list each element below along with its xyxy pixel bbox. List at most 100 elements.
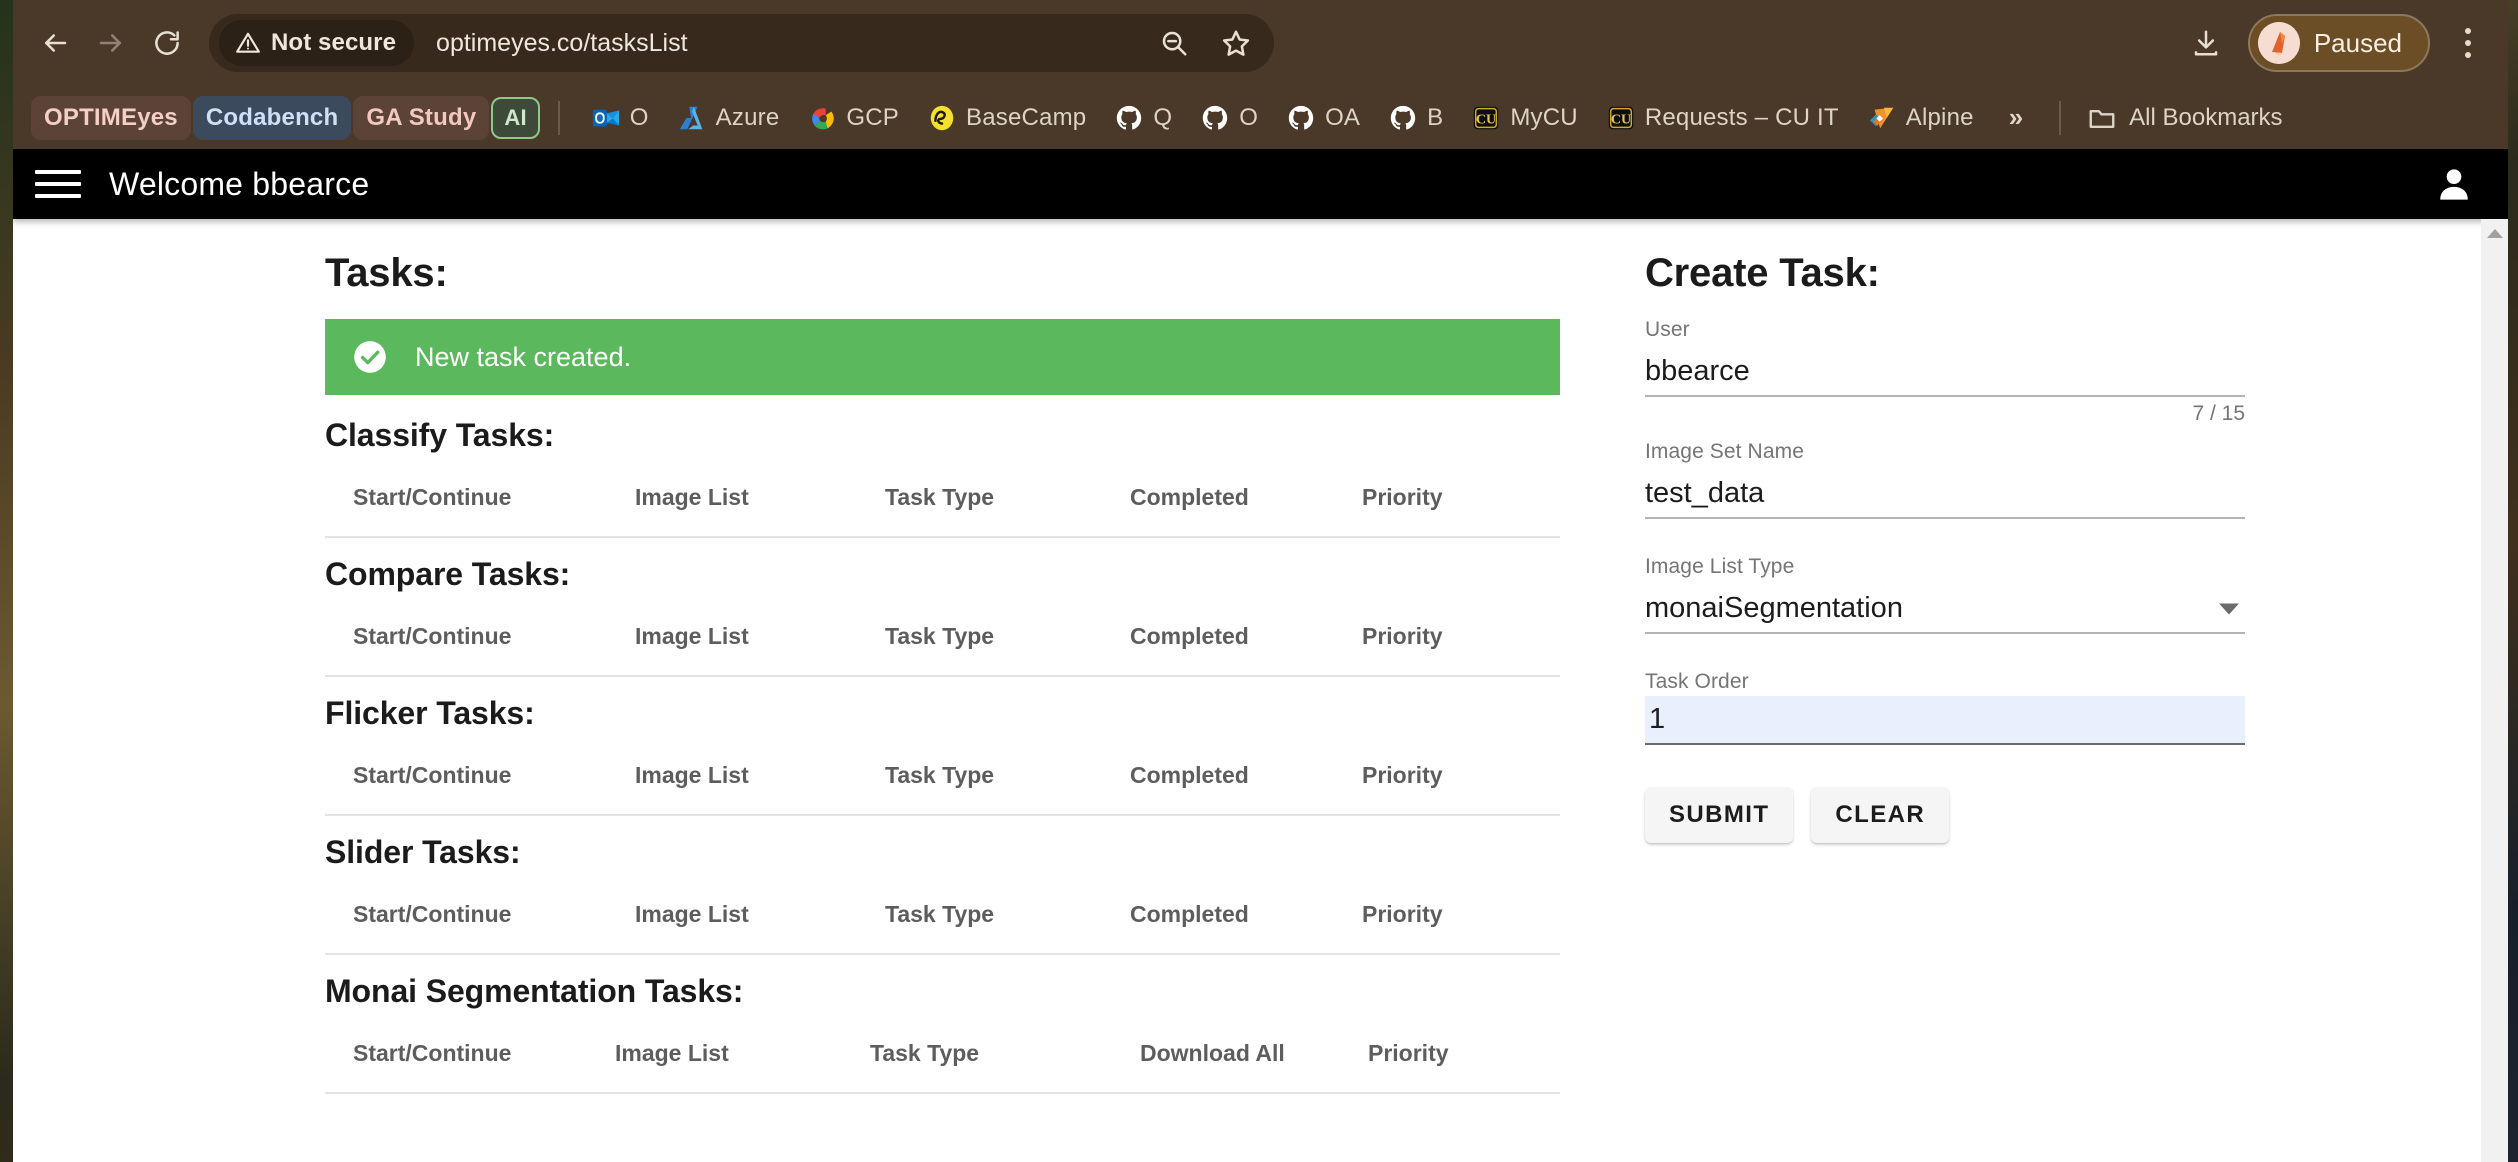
bookmark-github-o[interactable]: O (1187, 96, 1271, 140)
field-image-list-type: Image List Type monaiSegmentation (1645, 555, 2245, 634)
profile-label: Paused (2313, 27, 2402, 58)
page-title: Welcome bbearce (109, 165, 370, 202)
kebab-menu-icon[interactable] (2444, 15, 2492, 71)
bookmark-requests-cu-it[interactable]: CU Requests – CU IT (1593, 96, 1852, 140)
bookmark-label: Azure (715, 103, 780, 131)
bookmark-label: GCP (846, 103, 899, 131)
table-header-row: Start/Continue Image List Task Type Down… (325, 1016, 1560, 1094)
user-input[interactable] (1645, 355, 2245, 388)
task-order-input[interactable] (1649, 703, 2245, 736)
col-completed: Completed (1130, 877, 1362, 955)
table-slider-tasks: Start/Continue Image List Task Type Comp… (325, 877, 1560, 955)
bookmark-gcp[interactable]: GCP (794, 96, 912, 140)
svg-text:CU: CU (1611, 111, 1631, 127)
submit-button[interactable]: SUBMIT (1645, 787, 1794, 843)
col-image-list: Image List (635, 738, 885, 816)
field-user: User 7 / 15 (1645, 318, 2245, 426)
all-bookmarks-button[interactable]: All Bookmarks (2079, 103, 2290, 133)
toolbar-right-actions: Paused (2178, 14, 2508, 72)
bookmark-basecamp[interactable]: BaseCamp (914, 96, 1099, 140)
zoom-out-icon[interactable] (1146, 15, 1202, 71)
security-status-chip[interactable]: Not secure (219, 20, 415, 66)
bookmark-label: Codabench (205, 103, 339, 131)
svg-text:CU: CU (1476, 111, 1496, 127)
cu-icon: CU (1608, 106, 1634, 129)
section-title-slider: Slider Tasks: (325, 834, 521, 870)
table-monai-segmentation-tasks: Start/Continue Image List Task Type Down… (325, 1016, 1560, 1094)
bookmarks-divider (557, 100, 560, 135)
col-priority: Priority (1362, 599, 1560, 677)
scrollbar-up-arrow[interactable] (2481, 219, 2508, 247)
field-user-input-wrap[interactable] (1645, 348, 2245, 397)
bookmark-ga-study[interactable]: GA Study (353, 95, 490, 140)
section-title-compare: Compare Tasks: (325, 556, 571, 592)
bookmark-label: OPTIMEyes (44, 103, 178, 131)
account-icon[interactable] (2432, 162, 2476, 206)
tasks-column: Tasks: New task created. Classify Tasks:… (325, 219, 1585, 1154)
col-start-continue: Start/Continue (325, 738, 635, 816)
table-header-row: Start/Continue Image List Task Type Comp… (325, 877, 1560, 955)
bookmarks-divider-2 (2059, 100, 2062, 135)
col-completed: Completed (1130, 460, 1362, 538)
profile-button[interactable]: Paused (2247, 14, 2430, 72)
field-image-list-type-label: Image List Type (1645, 555, 1795, 578)
col-image-list: Image List (635, 460, 885, 538)
field-image-set-name-input-wrap[interactable] (1645, 470, 2245, 519)
col-priority: Priority (1362, 877, 1560, 955)
col-task-type: Task Type (885, 460, 1130, 538)
bookmark-outlook[interactable]: O (578, 96, 662, 140)
field-task-order-input-wrap[interactable] (1645, 696, 2245, 745)
github-icon (1203, 105, 1228, 130)
bookmark-codabench[interactable]: Codabench (192, 95, 352, 140)
omnibox-actions (1146, 15, 1274, 71)
page-scrollbar[interactable] (2481, 219, 2508, 1162)
col-task-type: Task Type (885, 877, 1130, 955)
bookmark-ai[interactable]: AI (491, 96, 540, 139)
col-completed: Completed (1130, 738, 1362, 816)
table-header-row: Start/Continue Image List Task Type Comp… (325, 460, 1560, 538)
all-bookmarks-label: All Bookmarks (2129, 103, 2283, 131)
url-text: optimeyes.co/tasksList (436, 28, 688, 57)
star-icon[interactable] (1208, 15, 1264, 71)
image-list-type-select[interactable]: monaiSegmentation (1645, 585, 2245, 634)
clear-button[interactable]: CLEAR (1811, 787, 1950, 843)
table-flicker-tasks: Start/Continue Image List Task Type Comp… (325, 738, 1560, 816)
reload-button[interactable] (139, 15, 195, 71)
bookmark-github-oa[interactable]: OA (1273, 96, 1373, 140)
col-image-list: Image List (635, 877, 885, 955)
image-list-type-value: monaiSegmentation (1645, 592, 1903, 624)
col-start-continue: Start/Continue (325, 460, 635, 538)
outlook-icon (592, 109, 619, 126)
forward-button[interactable] (83, 15, 139, 71)
table-compare-tasks: Start/Continue Image List Task Type Comp… (325, 599, 1560, 677)
cu-icon: CU (1474, 106, 1499, 129)
col-task-type: Task Type (885, 599, 1130, 677)
back-button[interactable] (27, 15, 83, 71)
page-content: Tasks: New task created. Classify Tasks:… (13, 219, 2508, 1162)
bookmark-github-b[interactable]: B (1375, 96, 1456, 140)
field-image-set-name: Image Set Name (1645, 440, 2245, 519)
hamburger-icon[interactable] (35, 161, 81, 207)
chevron-down-icon[interactable] (2219, 603, 2239, 614)
bookmark-label: Q (1153, 103, 1173, 131)
bookmark-mycu[interactable]: CU MyCU (1458, 96, 1590, 140)
basecamp-icon (930, 105, 954, 130)
bookmark-azure[interactable]: Azure (664, 96, 793, 140)
gcp-icon (812, 107, 835, 129)
bookmarks-overflow-button[interactable]: » (1989, 102, 2041, 133)
image-set-name-input[interactable] (1645, 477, 2245, 510)
bookmark-label: B (1427, 103, 1444, 131)
address-bar[interactable]: Not secure optimeyes.co/tasksList (209, 14, 1274, 72)
bookmark-alpine[interactable]: Alpine (1854, 96, 1987, 140)
field-task-order-label: Task Order (1645, 670, 1749, 693)
github-icon (1288, 105, 1314, 130)
github-icon (1390, 105, 1416, 130)
warning-triangle-icon (236, 32, 260, 53)
bookmark-github-q[interactable]: Q (1101, 96, 1185, 140)
col-priority: Priority (1362, 460, 1560, 538)
field-user-label: User (1645, 318, 1690, 341)
bookmark-label: AI (504, 104, 527, 130)
field-image-set-name-label: Image Set Name (1645, 440, 1804, 463)
bookmark-optimeyes[interactable]: OPTIMEyes (31, 95, 191, 140)
download-icon[interactable] (2178, 15, 2234, 71)
